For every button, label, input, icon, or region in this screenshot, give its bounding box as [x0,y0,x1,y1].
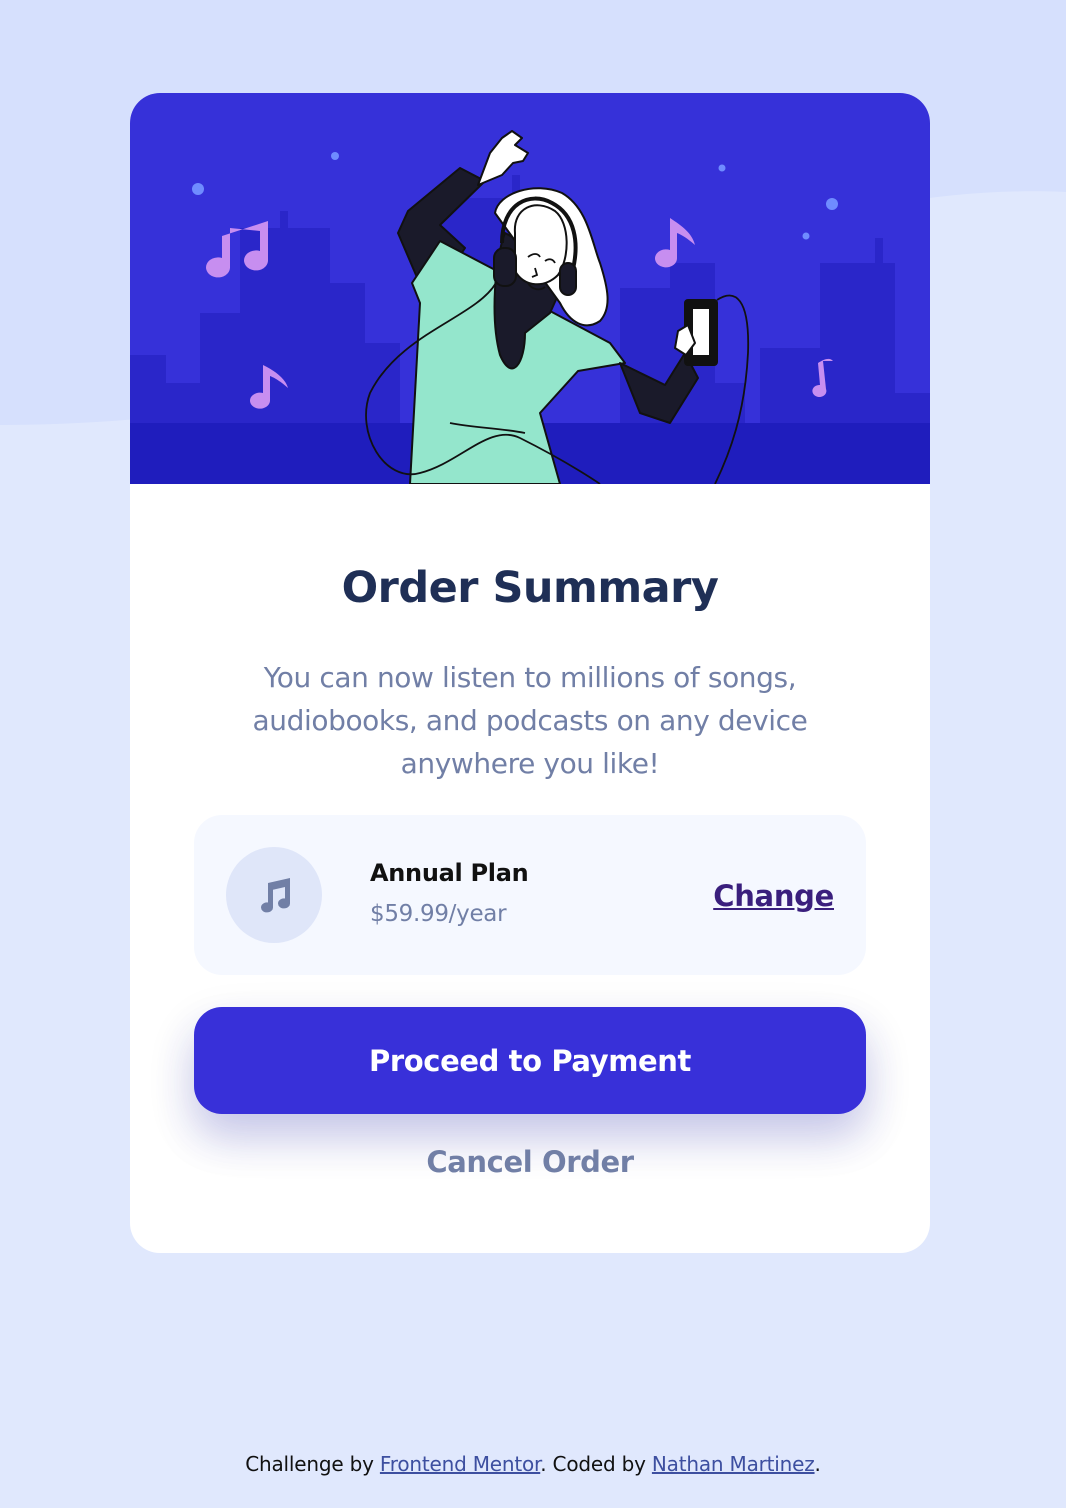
author-link[interactable]: Nathan Martinez [652,1452,815,1476]
attribution-footer: Challenge by Frontend Mentor. Coded by N… [0,1452,1066,1476]
plan-icon-circle [226,847,322,943]
music-note-icon [261,878,291,913]
cancel-order-button[interactable]: Cancel Order [130,1145,930,1179]
page-title: Order Summary [341,563,719,613]
order-description: You can now listen to millions of songs,… [252,661,808,780]
order-summary-card: Order Summary You can now listen to mill… [130,93,930,1253]
footer-middle: . Coded by [540,1452,652,1476]
footer-prefix: Challenge by [245,1452,380,1476]
plan-box: Annual Plan $59.99/year Change [194,815,866,975]
hero-illustration [130,93,930,484]
footer-suffix: . [814,1452,821,1476]
change-plan-link[interactable]: Change [713,879,834,913]
plan-name: Annual Plan [370,859,529,887]
plan-price: $59.99/year [370,901,507,927]
proceed-to-payment-button[interactable]: Proceed to Payment [194,1007,866,1114]
frontend-mentor-link[interactable]: Frontend Mentor [380,1452,541,1476]
